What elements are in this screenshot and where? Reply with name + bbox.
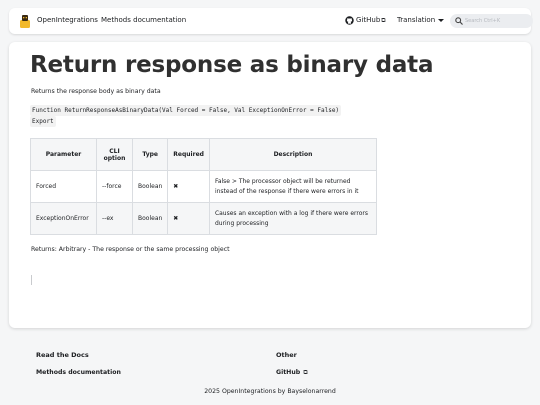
copyright: 2025 OpenIntegrations by Bayselonarrend [204,388,336,395]
table-row: Forced --force Boolean ✖ False > The pro… [30,170,378,203]
cell-description: False > The processor object will be ret… [208,170,378,203]
cell-cli-option: --ex [96,202,133,235]
function-signature: Function ReturnResponseAsBinaryData(Val … [30,105,342,127]
footer-title-other: Other [276,351,297,359]
table-row: ExceptionOnError --ex Boolean ✖ Causes a… [30,202,378,235]
external-link-icon: ⧉ [303,369,308,376]
page-subtitle: Returns the response body as binary data [31,88,161,95]
external-link-icon: ⧉ [381,17,386,24]
code-line-2: Export [30,116,56,127]
logo-icon[interactable] [19,14,31,28]
footer-link-methods-documentation[interactable]: Methods documentation [36,369,121,376]
code-line-1: Function ReturnResponseAsBinaryData(Val … [30,105,342,116]
cell-type: Boolean [131,170,169,203]
cell-type: Boolean [131,202,169,235]
brand-link[interactable]: OpenIntegrations [37,16,98,24]
header-cli-option: CLI option [96,138,133,171]
header-parameter: Parameter [30,138,97,171]
table-header-row: Parameter CLI option Type Required Descr… [30,138,378,171]
header-type: Type [131,138,169,171]
cell-required: ✖ [167,202,210,235]
cell-cli-option: --force [96,170,133,203]
footer-link-github[interactable]: GitHub ⧉ [276,369,308,377]
content-card: Return response as binary data Returns t… [9,42,531,328]
cell-description: Causes an exception with a log if there … [208,202,378,235]
cell-parameter: ExceptionOnError [30,202,97,235]
cell-required: ✖ [167,170,210,203]
search-input[interactable] [465,14,531,28]
translation-label: Translation [397,16,436,24]
translation-dropdown[interactable]: Translation [397,16,445,24]
footer-github-label: GitHub [276,369,301,376]
header-description: Description [208,138,378,171]
github-link[interactable]: GitHub⧉ [356,16,386,25]
returns-text: Returns: Arbitrary - The response or the… [31,246,230,253]
cell-parameter: Forced [30,170,97,203]
parameters-table: Parameter CLI option Type Required Descr… [30,138,378,235]
github-label: GitHub [356,16,381,24]
page-title: Return response as binary data [30,52,434,78]
navbar: OpenIntegrations Methods documentation G… [9,8,533,34]
footer-title-read-the-docs: Read the Docs [36,351,89,359]
search-icon [455,17,463,25]
text-cursor [31,275,32,285]
header-required: Required [167,138,210,171]
chevron-down-icon [438,18,445,22]
github-icon[interactable] [345,16,354,25]
nav-methods-documentation[interactable]: Methods documentation [101,16,186,24]
